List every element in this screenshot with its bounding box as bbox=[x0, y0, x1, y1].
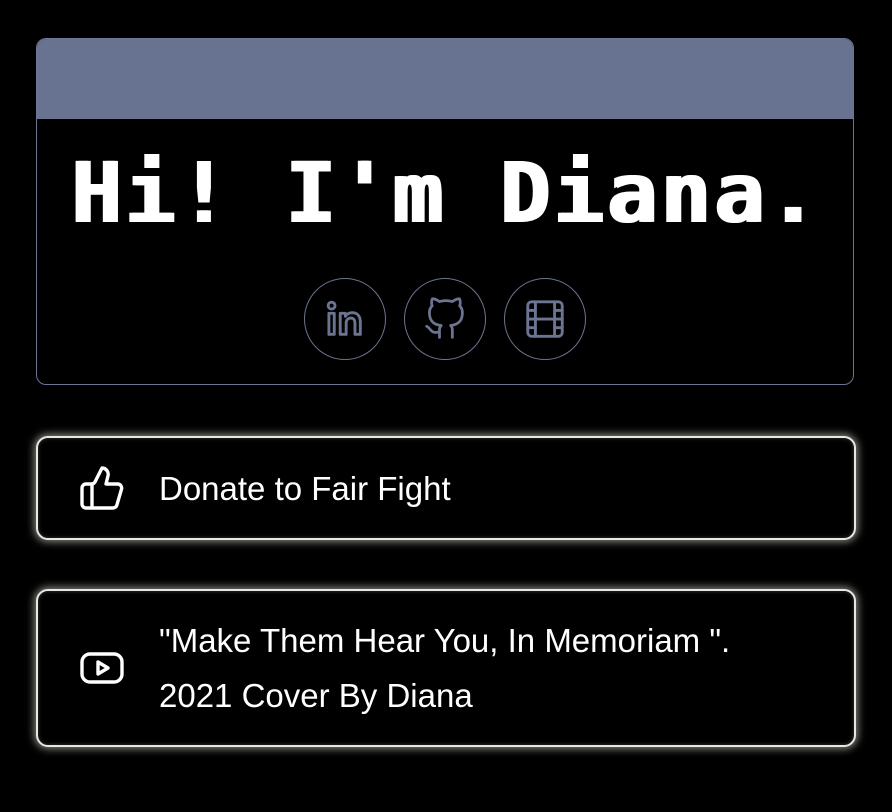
video-link-label: "Make Them Hear You, In Memoriam ". 2021… bbox=[159, 613, 814, 723]
donate-link[interactable]: Donate to Fair Fight bbox=[36, 436, 856, 540]
thumbs-up-icon bbox=[78, 464, 126, 512]
github-button[interactable] bbox=[404, 278, 486, 360]
video-link[interactable]: "Make Them Hear You, In Memoriam ". 2021… bbox=[36, 589, 856, 747]
video-link-label-line2: 2021 Cover By Diana bbox=[159, 677, 473, 714]
linkedin-button[interactable] bbox=[304, 278, 386, 360]
hero-title: Hi! I'm Diana. bbox=[69, 144, 820, 242]
youtube-icon bbox=[78, 644, 126, 692]
profile-card: Hi! I'm Diana. bbox=[36, 38, 854, 385]
video-link-label-line1: "Make Them Hear You, In Memoriam ". bbox=[159, 622, 731, 659]
profile-banner bbox=[37, 39, 853, 119]
film-icon bbox=[522, 296, 568, 342]
social-links bbox=[37, 278, 853, 360]
linkedin-icon bbox=[322, 296, 368, 342]
film-button[interactable] bbox=[504, 278, 586, 360]
github-icon bbox=[423, 297, 467, 341]
donate-link-label: Donate to Fair Fight bbox=[159, 469, 451, 507]
